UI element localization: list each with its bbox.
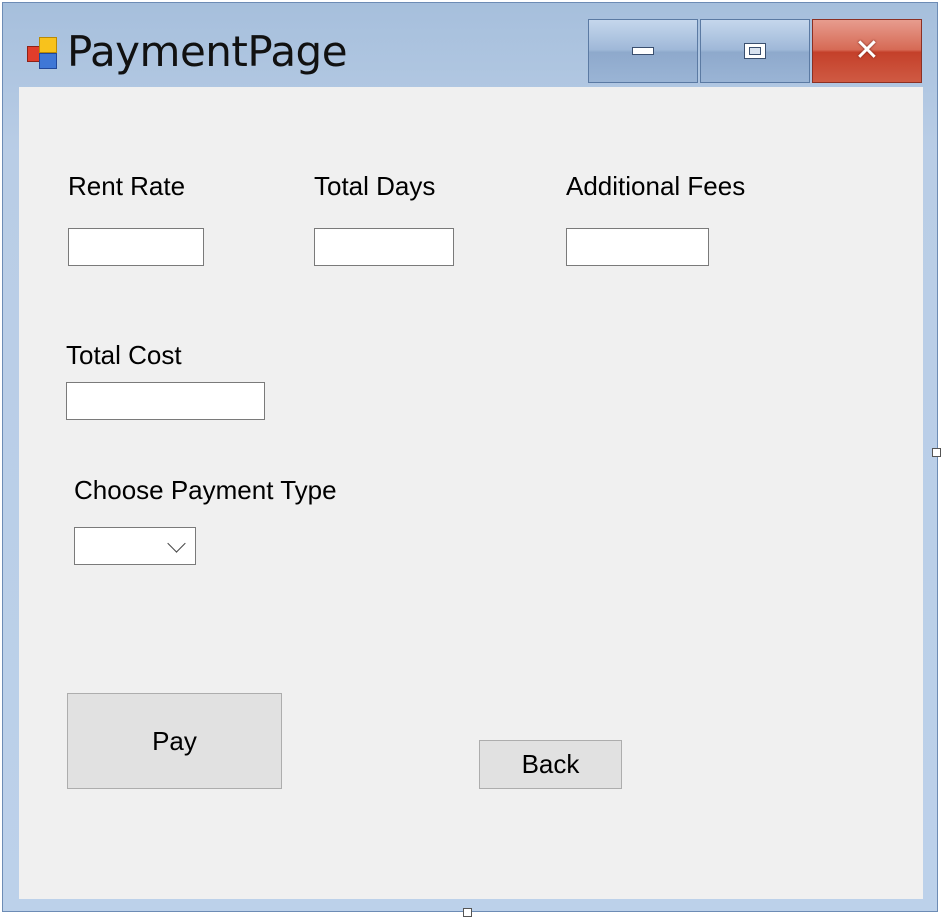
title-bar[interactable]: PaymentPage ✕ (3, 3, 937, 87)
app-icon[interactable] (25, 37, 61, 69)
additional-fees-input[interactable] (566, 228, 709, 266)
maximize-icon (744, 43, 766, 59)
resize-grip-bottom[interactable] (463, 908, 472, 917)
close-icon: ✕ (854, 33, 880, 68)
back-button[interactable]: Back (479, 740, 622, 789)
pay-button[interactable]: Pay (67, 693, 282, 789)
form-client-area: Rent Rate Total Days Additional Fees Tot… (19, 87, 923, 899)
total-days-input[interactable] (314, 228, 454, 266)
rent-rate-input[interactable] (68, 228, 204, 266)
payment-window: PaymentPage ✕ Rent Rate Total Days Addit… (2, 2, 938, 912)
chevron-down-icon (167, 534, 186, 553)
payment-type-label: Choose Payment Type (74, 475, 337, 505)
minimize-button[interactable] (588, 19, 698, 83)
total-days-label: Total Days (314, 171, 436, 201)
additional-fees-label: Additional Fees (566, 171, 746, 201)
maximize-button[interactable] (700, 19, 810, 83)
close-button[interactable]: ✕ (812, 19, 922, 83)
rent-rate-label: Rent Rate (68, 171, 186, 201)
minimize-icon (632, 47, 654, 55)
payment-type-dropdown[interactable] (74, 527, 196, 565)
resize-grip-right[interactable] (932, 448, 941, 457)
total-cost-input[interactable] (66, 382, 265, 420)
total-cost-label: Total Cost (66, 340, 182, 370)
window-title: PaymentPage (67, 27, 348, 76)
